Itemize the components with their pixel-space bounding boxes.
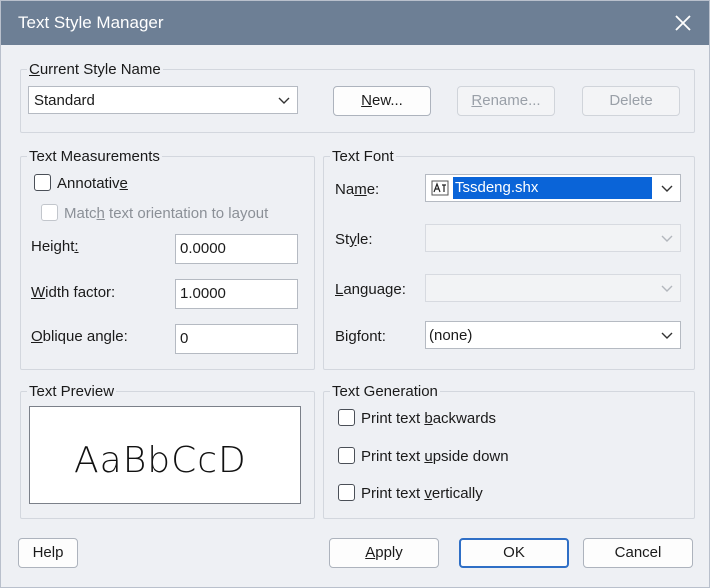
width-factor-label: Width factor: bbox=[31, 284, 116, 301]
text-font-label: Text Font bbox=[330, 148, 396, 165]
print-vertically-label: Print text vertically bbox=[361, 485, 483, 502]
rename-style-button[interactable]: Rename... bbox=[457, 86, 555, 116]
text-measurements-label: Text Measurements bbox=[27, 148, 162, 165]
font-name-label: Name: bbox=[335, 181, 380, 198]
font-style-label: Style: bbox=[335, 231, 373, 248]
bigfont-label: Bigfont: bbox=[335, 328, 386, 345]
chevron-down-icon bbox=[661, 235, 673, 242]
apply-button[interactable]: Apply bbox=[329, 538, 439, 568]
window-title: Text Style Manager bbox=[18, 13, 164, 32]
new-style-button[interactable]: New... bbox=[333, 86, 431, 116]
help-button[interactable]: Help bbox=[18, 538, 78, 568]
current-style-group-label: Current Style Name bbox=[27, 61, 163, 78]
text-preview-box: AaBbCcD bbox=[29, 406, 301, 504]
bigfont-dropdown[interactable]: (none) bbox=[425, 321, 681, 349]
annotative-label: Annotative bbox=[57, 175, 128, 192]
preview-sample-text: AaBbCcD bbox=[74, 440, 247, 481]
ok-button[interactable]: OK bbox=[459, 538, 569, 568]
bigfont-value: (none) bbox=[429, 327, 473, 344]
font-name-value: Tssdeng.shx bbox=[453, 177, 652, 199]
cancel-button[interactable]: Cancel bbox=[583, 538, 693, 568]
title-bar: Text Style Manager bbox=[1, 1, 709, 45]
oblique-angle-input[interactable]: 0 bbox=[175, 324, 298, 354]
style-name-dropdown[interactable]: Standard bbox=[28, 86, 298, 114]
text-preview-label: Text Preview bbox=[27, 383, 117, 400]
font-style-dropdown[interactable] bbox=[425, 224, 681, 252]
match-orientation-label: Match text orientation to layout bbox=[64, 205, 269, 222]
text-generation-label: Text Generation bbox=[330, 383, 440, 400]
shx-font-icon bbox=[431, 180, 449, 196]
text-style-manager-dialog: Text Style Manager Current Style Name St… bbox=[0, 0, 710, 588]
language-label: Language: bbox=[335, 281, 406, 298]
chevron-down-icon bbox=[661, 285, 673, 292]
chevron-down-icon bbox=[278, 97, 290, 104]
print-backwards-label: Print text backwards bbox=[361, 410, 497, 427]
font-name-dropdown[interactable]: Tssdeng.shx bbox=[425, 174, 681, 202]
delete-style-button[interactable]: Delete bbox=[582, 86, 680, 116]
height-input[interactable]: 0.0000 bbox=[175, 234, 298, 264]
style-name-value: Standard bbox=[34, 92, 95, 109]
height-label: Height: bbox=[31, 238, 79, 255]
chevron-down-icon bbox=[661, 185, 673, 192]
print-upside-down-label: Print text upside down bbox=[361, 448, 509, 465]
oblique-angle-label: Oblique angle: bbox=[31, 328, 128, 345]
print-upside-down-checkbox[interactable] bbox=[338, 447, 355, 464]
close-icon[interactable] bbox=[673, 13, 693, 33]
annotative-checkbox[interactable] bbox=[34, 174, 51, 191]
print-vertically-checkbox[interactable] bbox=[338, 484, 355, 501]
language-dropdown[interactable] bbox=[425, 274, 681, 302]
chevron-down-icon bbox=[661, 332, 673, 339]
print-backwards-checkbox[interactable] bbox=[338, 409, 355, 426]
match-orientation-checkbox[interactable] bbox=[41, 204, 58, 221]
width-factor-input[interactable]: 1.0000 bbox=[175, 279, 298, 309]
